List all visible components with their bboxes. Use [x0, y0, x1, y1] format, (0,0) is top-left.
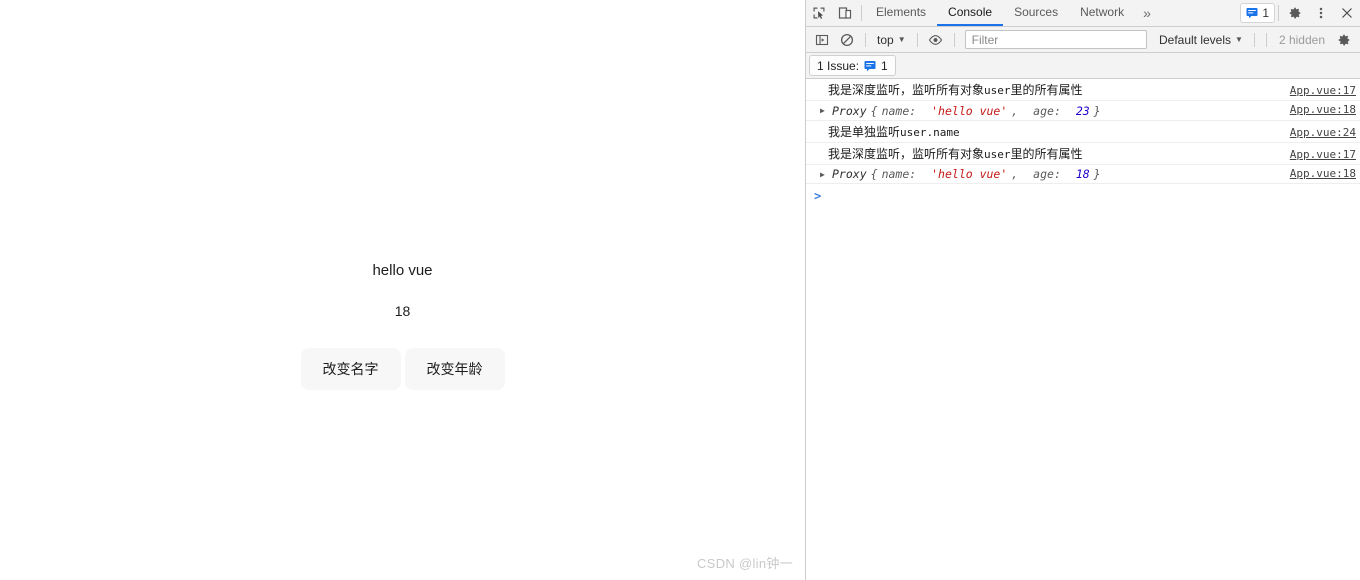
object-close-brace: } — [1094, 167, 1101, 181]
execution-context-selector[interactable]: top ▼ — [872, 30, 911, 50]
hidden-messages-label: 2 hidden — [1273, 33, 1331, 47]
console-toolbar: top ▼ Default levels ▼ 2 hidden — [806, 27, 1360, 53]
issue-message-icon — [1246, 7, 1258, 19]
change-name-button[interactable]: 改变名字 — [301, 348, 401, 390]
toolbar-divider-2 — [917, 33, 918, 47]
object-value-2: 23 — [1076, 104, 1090, 118]
object-value-1: 'hello vue' — [931, 167, 1007, 181]
web-page-viewport: hello vue 18 改变名字 改变年龄 CSDN @lin钟一 — [0, 0, 805, 580]
issues-counter-badge[interactable]: 1 — [1240, 3, 1275, 23]
console-row[interactable]: 我是单独监听user.name App.vue:24 — [806, 121, 1360, 143]
console-filter-input[interactable] — [965, 30, 1147, 49]
issues-summary-button[interactable]: 1 Issue: 1 — [809, 55, 896, 76]
csdn-watermark: CSDN @lin钟一 — [697, 553, 793, 572]
chevron-down-icon-levels: ▼ — [1235, 36, 1243, 44]
msg-suffix: 里的所有属性 — [1011, 147, 1083, 161]
disclosure-triangle-icon[interactable]: ▶ — [820, 106, 828, 115]
issue-message-icon-strip — [864, 60, 876, 72]
console-row[interactable]: 我是深度监听，监听所有对象user里的所有属性 App.vue:17 — [806, 79, 1360, 101]
msg-mono: user — [984, 148, 1011, 161]
more-options-icon[interactable] — [1308, 0, 1334, 26]
object-class-name: Proxy — [832, 104, 867, 118]
issues-strip-count: 1 — [881, 59, 888, 73]
object-close-brace: } — [1094, 104, 1101, 118]
console-object-preview: ▶ Proxy { name: 'hello vue', age: 23} — [806, 104, 1280, 118]
log-levels-label: Default levels — [1159, 33, 1231, 47]
devtools-tabbar: Elements Console Sources Network » 1 — [806, 0, 1360, 27]
tab-elements[interactable]: Elements — [865, 0, 937, 26]
inspect-element-icon[interactable] — [806, 0, 832, 26]
execution-context-label: top — [877, 33, 894, 47]
issues-count-label: 1 — [1262, 6, 1269, 20]
toolbar-divider-4 — [1254, 33, 1255, 47]
toolbar-divider-5 — [1266, 33, 1267, 47]
browser-window: hello vue 18 改变名字 改变年龄 CSDN @lin钟一 — [0, 0, 1360, 580]
object-open-brace: { — [871, 104, 878, 118]
msg-suffix: 里的所有属性 — [1011, 83, 1083, 97]
object-comma: , — [1011, 167, 1018, 181]
vue-app-container: hello vue 18 改变名字 改变年龄 — [0, 258, 805, 390]
disclosure-triangle-icon[interactable]: ▶ — [820, 170, 828, 179]
console-source-link[interactable]: App.vue:17 — [1280, 84, 1356, 97]
object-comma: , — [1011, 104, 1018, 118]
more-tabs-icon[interactable]: » — [1135, 0, 1159, 26]
console-message-text: 我是深度监听，监听所有对象user里的所有属性 — [806, 145, 1280, 162]
console-source-link[interactable]: App.vue:18 — [1280, 103, 1356, 116]
gear-icon[interactable] — [1282, 0, 1308, 26]
object-class-name: Proxy — [832, 167, 867, 181]
console-row[interactable]: ▶ Proxy { name: 'hello vue', age: 18} App.v… — [806, 165, 1360, 185]
issues-strip: 1 Issue: 1 — [806, 53, 1360, 79]
console-row[interactable]: ▶ Proxy { name: 'hello vue', age: 23} App.v… — [806, 101, 1360, 121]
object-key-2: age: — [1033, 167, 1061, 181]
msg-mono: user — [984, 84, 1011, 97]
msg-prefix: 我是深度监听，监听所有对象 — [828, 83, 984, 97]
tabbar-divider — [861, 5, 862, 21]
toolbar-divider-1 — [865, 33, 866, 47]
console-message-list[interactable]: 我是深度监听，监听所有对象user里的所有属性 App.vue:17 ▶Prox… — [806, 79, 1360, 580]
issues-strip-label: 1 Issue: — [817, 59, 859, 73]
object-value-1: 'hello vue' — [931, 104, 1007, 118]
object-key-1: name: — [882, 167, 917, 181]
close-icon[interactable] — [1334, 0, 1360, 26]
console-source-link[interactable]: App.vue:17 — [1280, 148, 1356, 161]
chevron-down-icon: ▼ — [898, 36, 906, 44]
console-prompt-row[interactable]: > — [806, 184, 1360, 208]
action-button-row: 改变名字 改变年龄 — [0, 348, 805, 390]
console-object-preview: ▶ Proxy { name: 'hello vue', age: 18} — [806, 167, 1280, 181]
console-prompt-caret-icon: > — [814, 189, 821, 203]
tabbar-spacer — [1159, 0, 1240, 26]
console-settings-gear-icon[interactable] — [1332, 29, 1356, 51]
tab-network[interactable]: Network — [1069, 0, 1135, 26]
tabbar-divider-right — [1278, 5, 1279, 21]
object-key-2: age: — [1033, 104, 1061, 118]
live-expression-eye-icon[interactable] — [924, 29, 948, 51]
msg-mono: user.name — [900, 126, 960, 139]
device-toolbar-icon[interactable] — [832, 0, 858, 26]
log-levels-selector[interactable]: Default levels ▼ — [1154, 30, 1248, 50]
console-sidebar-toggle-icon[interactable] — [810, 29, 834, 51]
msg-prefix: 我是深度监听，监听所有对象 — [828, 147, 984, 161]
tab-sources[interactable]: Sources — [1003, 0, 1069, 26]
object-key-1: name: — [882, 104, 917, 118]
clear-console-icon[interactable] — [835, 29, 859, 51]
console-row[interactable]: 我是深度监听，监听所有对象user里的所有属性 App.vue:17 — [806, 143, 1360, 165]
console-message-text: 我是深度监听，监听所有对象user里的所有属性 — [806, 81, 1280, 98]
console-message-text: 我是单独监听user.name — [806, 123, 1280, 140]
console-source-link[interactable]: App.vue:24 — [1280, 126, 1356, 139]
user-name-text: hello vue — [0, 258, 805, 284]
console-source-link[interactable]: App.vue:18 — [1280, 167, 1356, 180]
toolbar-divider-3 — [954, 33, 955, 47]
change-age-button[interactable]: 改变年龄 — [405, 348, 505, 390]
object-value-2: 18 — [1076, 167, 1090, 181]
object-open-brace: { — [871, 167, 878, 181]
tab-console[interactable]: Console — [937, 0, 1003, 26]
msg-prefix: 我是单独监听 — [828, 125, 900, 139]
devtools-panel: Elements Console Sources Network » 1 — [805, 0, 1360, 580]
user-age-text: 18 — [0, 298, 805, 324]
